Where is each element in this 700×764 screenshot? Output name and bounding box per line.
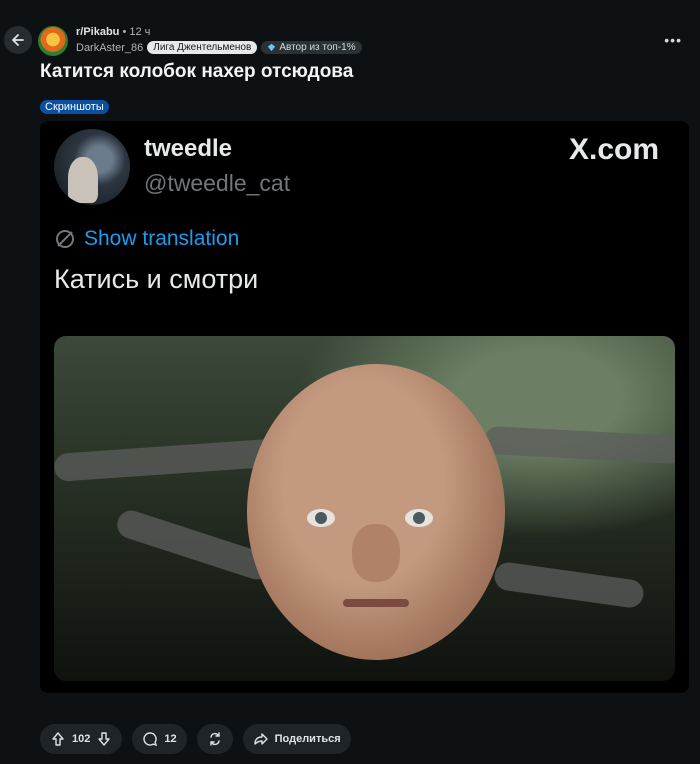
- subreddit-avatar[interactable]: [38, 26, 68, 56]
- translate-icon: [56, 230, 74, 248]
- share-icon: [253, 733, 268, 745]
- post-title: Катится колобок нахер отсюдова: [40, 61, 354, 82]
- repost-button[interactable]: [196, 724, 233, 754]
- comment-icon: [143, 732, 158, 747]
- downvote-icon[interactable]: [96, 731, 112, 747]
- vote-count: 102: [72, 733, 91, 745]
- more-icon: •••: [664, 32, 682, 48]
- upvote-icon[interactable]: [50, 731, 66, 747]
- author-link[interactable]: DarkAster_86: [76, 42, 143, 54]
- show-translation-label: Show translation: [84, 227, 240, 250]
- log: [483, 425, 675, 465]
- share-label: Поделиться: [274, 733, 341, 745]
- author-row: DarkAster_86 Лига Джентельменов Автор из…: [76, 41, 362, 54]
- top-author-label: Автор из топ-1%: [279, 42, 356, 53]
- tweet-avatar: [54, 129, 130, 205]
- comments-button[interactable]: 12: [132, 724, 187, 754]
- embedded-tweet-image[interactable]: tweedle @tweedle_cat X.com Show translat…: [40, 121, 689, 693]
- tweet-photo: [54, 336, 675, 681]
- user-flair: Лига Джентельменов: [147, 41, 258, 54]
- diamond-icon: [268, 43, 276, 52]
- log: [492, 560, 646, 610]
- post-time: • 12 ч: [122, 26, 151, 38]
- post-meta: r/Pikabu • 12 ч: [76, 26, 150, 38]
- action-bar: 102 12 Поделиться: [40, 724, 351, 754]
- repost-icon: [209, 732, 220, 746]
- tweet-author-handle: @tweedle_cat: [144, 170, 291, 196]
- nose: [352, 524, 400, 582]
- kolobok-face: [247, 364, 505, 660]
- right-eye: [405, 509, 433, 527]
- subreddit-link[interactable]: r/Pikabu: [76, 26, 119, 38]
- share-button[interactable]: Поделиться: [242, 724, 351, 754]
- tweet-text: Катись и смотри: [54, 264, 259, 294]
- show-translation: Show translation: [54, 227, 239, 251]
- site-label: X.com: [568, 133, 659, 166]
- left-eye: [307, 509, 335, 527]
- comment-count: 12: [164, 733, 177, 745]
- arrow-left-icon: [12, 34, 24, 46]
- back-button[interactable]: [4, 26, 32, 54]
- mouth: [343, 599, 409, 607]
- top-author-badge: Автор из топ-1%: [261, 41, 362, 54]
- more-options-button[interactable]: •••: [664, 32, 682, 48]
- tweet-author-name: tweedle: [144, 135, 233, 162]
- vote-control: 102: [40, 724, 123, 754]
- post-flair-tag[interactable]: Скриншоты: [40, 100, 109, 114]
